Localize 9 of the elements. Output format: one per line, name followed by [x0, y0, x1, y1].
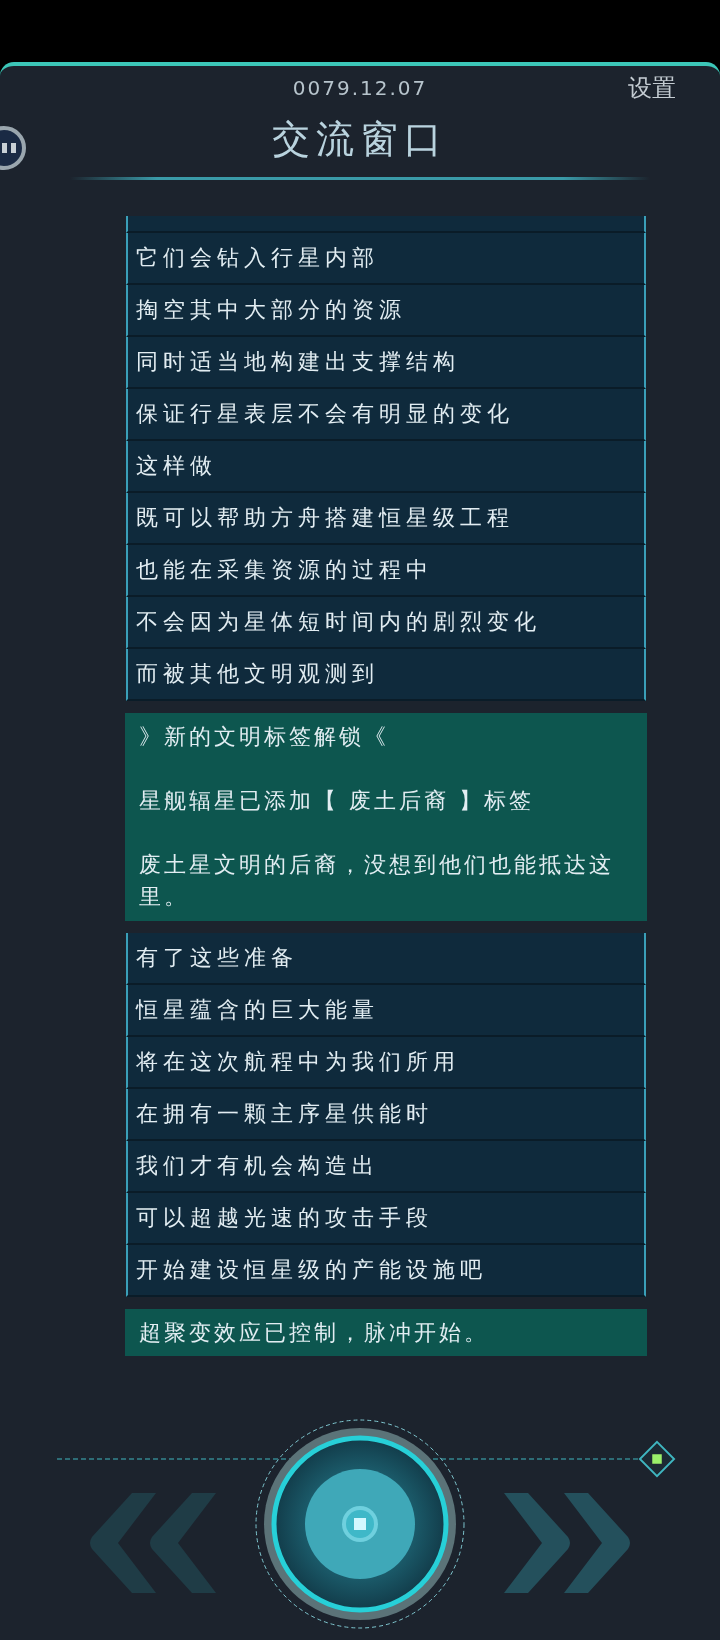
notice-text: 星舰辐星已添加【 废土后裔 】标签: [139, 786, 535, 815]
diamond-icon: [638, 1440, 676, 1479]
notice-text: 废土星文明的后裔，没想到他们也能抵达这里。: [139, 850, 615, 911]
window-title: 交流窗口: [272, 116, 448, 163]
notice-text: 》新的文明标签解锁《: [139, 723, 390, 751]
date-label: 0079.12.07: [292, 76, 428, 100]
center-play-button[interactable]: [254, 1418, 466, 1631]
settings-button[interactable]: 设置: [628, 72, 676, 104]
notice-text: 超聚变效应已控制，脉冲开始。: [139, 1318, 490, 1347]
